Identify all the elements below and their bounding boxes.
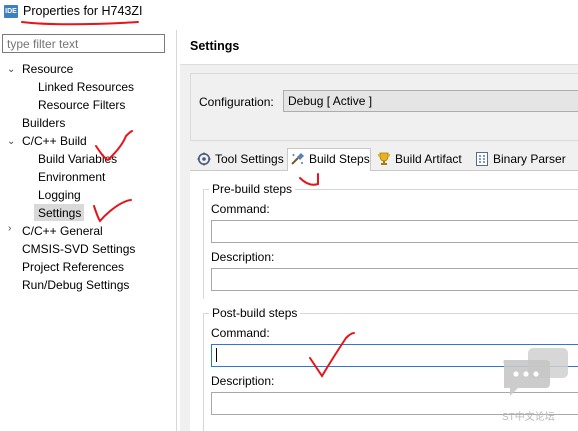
tree-item-logging[interactable]: Logging: [38, 187, 81, 203]
pre-build-command-label: Command:: [211, 202, 270, 216]
chevron-right-icon[interactable]: ›: [8, 223, 11, 234]
tree-item-cpp-build[interactable]: C/C++ Build: [22, 133, 87, 149]
tree-item-environment[interactable]: Environment: [38, 169, 105, 185]
tree-item-settings[interactable]: Settings: [38, 205, 81, 221]
tab-build-artifact[interactable]: Build Artifact: [377, 149, 462, 170]
tab-build-steps[interactable]: Build Steps: [287, 148, 371, 171]
tree-item-builders[interactable]: Builders: [22, 115, 65, 131]
annotation-check-settings: [93, 199, 132, 223]
tree-item-run-debug-settings[interactable]: Run/Debug Settings: [22, 277, 129, 293]
tab-label: Tool Settings: [215, 152, 284, 166]
build-steps-icon: [291, 153, 304, 165]
forum-watermark-icon: [503, 348, 568, 396]
configuration-label: Configuration:: [199, 95, 274, 109]
tree-item-resource[interactable]: Resource: [22, 61, 73, 77]
tab-binary-parser[interactable]: Binary Parser: [475, 149, 566, 170]
page-title: Settings: [190, 39, 240, 53]
ide-app-icon: IDE: [4, 5, 18, 18]
chevron-down-icon[interactable]: ⌄: [7, 136, 15, 147]
filter-field[interactable]: [2, 34, 166, 53]
tab-label: Build Artifact: [395, 152, 462, 166]
tree-item-cpp-general[interactable]: C/C++ General: [22, 223, 103, 239]
tree-item-linked-resources[interactable]: Linked Resources: [38, 79, 134, 95]
tree-item-cmsis-svd-settings[interactable]: CMSIS-SVD Settings: [22, 241, 135, 257]
tree-item-build-variables[interactable]: Build Variables: [38, 151, 117, 167]
tab-strip-border: [190, 170, 578, 171]
pre-build-command-input[interactable]: [211, 220, 578, 243]
tab-label: Build Steps: [309, 152, 370, 166]
post-build-command-label: Command:: [211, 326, 270, 340]
tool-settings-icon: [197, 152, 211, 166]
post-build-description-label: Description:: [211, 374, 275, 388]
tab-tool-settings[interactable]: Tool Settings: [197, 149, 284, 170]
post-build-title: Post-build steps: [209, 306, 301, 320]
window-title: Properties for H743ZI: [23, 4, 143, 18]
watermark-text: ST中文论坛: [502, 412, 555, 423]
filter-input[interactable]: [3, 35, 166, 52]
build-artifact-icon: [378, 152, 390, 165]
binary-parser-icon: [476, 152, 488, 166]
tab-label: Binary Parser: [493, 152, 566, 166]
configuration-select[interactable]: Debug [ Active ]: [283, 90, 578, 112]
pre-build-description-label: Description:: [211, 250, 275, 264]
pre-build-description-input[interactable]: [211, 268, 578, 291]
chevron-down-icon[interactable]: ⌄: [7, 64, 15, 75]
pane-divider[interactable]: [176, 30, 177, 431]
tree-item-project-references[interactable]: Project References: [22, 259, 124, 275]
pre-build-title: Pre-build steps: [209, 182, 296, 196]
text-caret: [216, 348, 217, 362]
tree-item-resource-filters[interactable]: Resource Filters: [38, 97, 125, 113]
